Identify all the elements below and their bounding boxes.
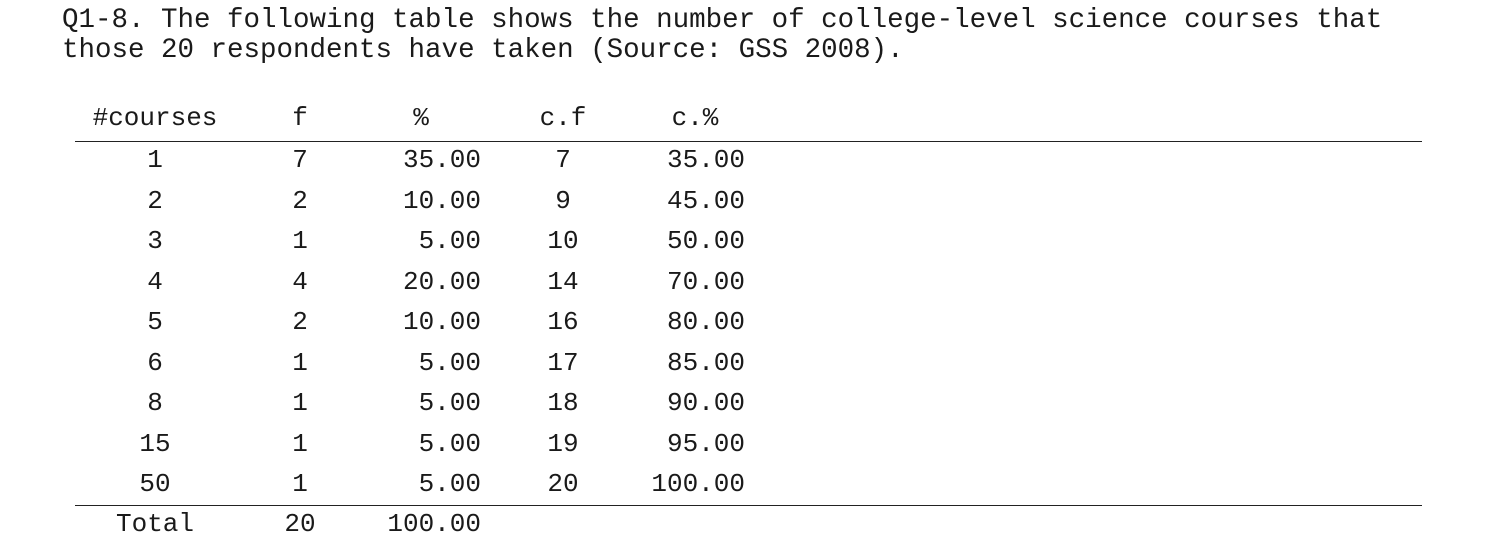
question-line-1: Q1-8. The following table shows the numb… [62,5,1383,36]
cell-courses: 1 [147,145,163,175]
cell-cf: 14 [547,266,579,297]
cell-cpercent: 45.00 [666,185,745,216]
question-text: Q1-8. The following table shows the numb… [62,6,1382,66]
cell-courses: 5 [147,307,163,337]
total-label: Total [115,509,195,539]
question-line-2: those 20 respondents have taken (Source:… [62,35,904,66]
cell-cf: 17 [547,347,579,378]
cell-percent: 20.00 [402,266,481,297]
cell-f: 1 [292,388,308,418]
header-f: f [292,103,308,133]
cell-cf: 18 [547,388,579,418]
cell-percent: 5.00 [418,388,481,418]
cell-cpercent: 70.00 [666,266,745,297]
cell-courses: 15 [139,428,171,459]
cell-f: 1 [292,347,308,378]
cell-cpercent: 90.00 [666,388,745,418]
header-percent: % [413,103,429,133]
cell-f: 4 [292,266,308,297]
cell-courses: 6 [147,347,163,378]
total-rule [75,505,1422,506]
cell-courses: 2 [147,185,163,216]
header-cpercent: c.% [671,103,719,133]
cell-percent: 5.00 [418,226,481,256]
cell-cf: 9 [555,185,571,216]
cell-percent: 5.00 [418,469,481,499]
cell-percent: 10.00 [402,185,481,216]
cell-f: 7 [292,145,308,175]
cell-courses: 3 [147,226,163,256]
cell-courses: 50 [139,469,171,499]
cell-f: 2 [292,307,308,337]
total-percent: 100.00 [387,509,481,539]
cell-percent: 35.00 [402,145,481,175]
cell-cpercent: 100.00 [651,469,745,499]
cell-cf: 19 [547,428,579,459]
cell-courses: 4 [147,266,163,297]
cell-courses: 8 [147,388,163,418]
header-rule [75,141,1422,142]
cell-f: 2 [292,185,308,216]
cell-percent: 5.00 [418,347,481,378]
cell-cf: 20 [547,469,579,499]
cell-cf: 10 [547,226,579,256]
cell-cpercent: 35.00 [666,145,745,175]
cell-cpercent: 80.00 [666,307,745,337]
header-cf: c.f [539,103,587,133]
cell-cpercent: 95.00 [666,428,745,459]
cell-percent: 10.00 [402,307,481,337]
header-courses: #courses [92,103,218,133]
cell-f: 1 [292,226,308,256]
cell-cpercent: 85.00 [666,347,745,378]
cell-cf: 7 [555,145,571,175]
cell-f: 1 [292,469,308,499]
cell-cpercent: 50.00 [666,226,745,256]
cell-percent: 5.00 [418,428,481,459]
cell-cf: 16 [547,307,579,337]
cell-f: 1 [292,428,308,459]
total-f: 20 [284,509,316,539]
